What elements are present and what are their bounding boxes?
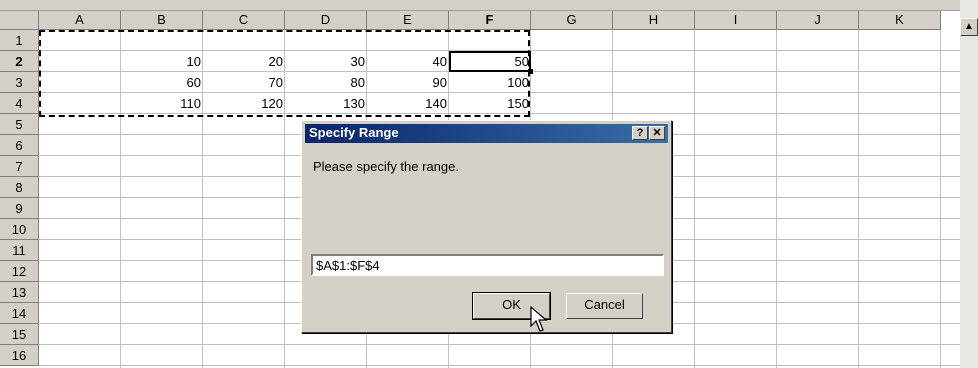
column-header-h[interactable]: H	[613, 11, 695, 30]
range-input[interactable]	[311, 254, 664, 276]
row-header-9[interactable]: 9	[0, 198, 39, 219]
help-button[interactable]: ?	[632, 126, 648, 140]
row-header-14[interactable]: 14	[0, 303, 39, 324]
column-gridline	[776, 30, 777, 368]
row-header-15[interactable]: 15	[0, 324, 39, 345]
column-header-g[interactable]: G	[531, 11, 613, 30]
row-gridline	[39, 365, 960, 366]
fill-handle[interactable]	[528, 69, 533, 74]
vertical-scrollbar[interactable]	[960, 0, 978, 368]
row-header-6[interactable]: 6	[0, 135, 39, 156]
mouse-pointer-icon	[530, 306, 548, 332]
close-button[interactable]: ✕	[649, 126, 665, 140]
column-gridline	[858, 30, 859, 368]
column-header-b[interactable]: B	[121, 11, 203, 30]
row-gridline	[39, 344, 960, 345]
dialog-prompt: Please specify the range.	[313, 159, 459, 174]
column-gridline	[694, 30, 695, 368]
copy-marquee-selection	[39, 30, 530, 117]
row-header-3[interactable]: 3	[0, 72, 39, 93]
row-header-11[interactable]: 11	[0, 240, 39, 261]
row-header-12[interactable]: 12	[0, 261, 39, 282]
row-header-7[interactable]: 7	[0, 156, 39, 177]
column-header-f[interactable]: F	[449, 11, 531, 30]
scroll-up-button[interactable]: ▲	[960, 18, 978, 36]
column-header-c[interactable]: C	[203, 11, 285, 30]
select-all-corner[interactable]	[0, 11, 39, 30]
row-header-13[interactable]: 13	[0, 282, 39, 303]
row-header-4[interactable]: 4	[0, 93, 39, 114]
row-header-2[interactable]: 2	[0, 51, 39, 72]
dialog-titlebar[interactable]: Specify Range ? ✕	[305, 124, 668, 143]
row-header-5[interactable]: 5	[0, 114, 39, 135]
cancel-button[interactable]: Cancel	[566, 293, 643, 319]
column-gridline	[940, 30, 941, 368]
dialog-title: Specify Range	[309, 125, 399, 140]
arrow-up-icon: ▲	[964, 21, 974, 32]
row-header-8[interactable]: 8	[0, 177, 39, 198]
help-icon: ?	[636, 127, 644, 139]
toolbar-strip	[0, 0, 960, 11]
row-header-16[interactable]: 16	[0, 345, 39, 366]
active-cell-f2[interactable]	[449, 51, 531, 72]
row-header-10[interactable]: 10	[0, 219, 39, 240]
column-header-j[interactable]: J	[777, 11, 859, 30]
row-header-1[interactable]: 1	[0, 30, 39, 51]
column-header-d[interactable]: D	[285, 11, 367, 30]
column-header-k[interactable]: K	[859, 11, 941, 30]
specify-range-dialog: Specify Range ? ✕ Please specify the ran…	[301, 120, 672, 333]
column-header-i[interactable]: I	[695, 11, 777, 30]
column-header-e[interactable]: E	[367, 11, 449, 30]
close-icon: ✕	[652, 127, 662, 139]
column-header-a[interactable]: A	[39, 11, 121, 30]
